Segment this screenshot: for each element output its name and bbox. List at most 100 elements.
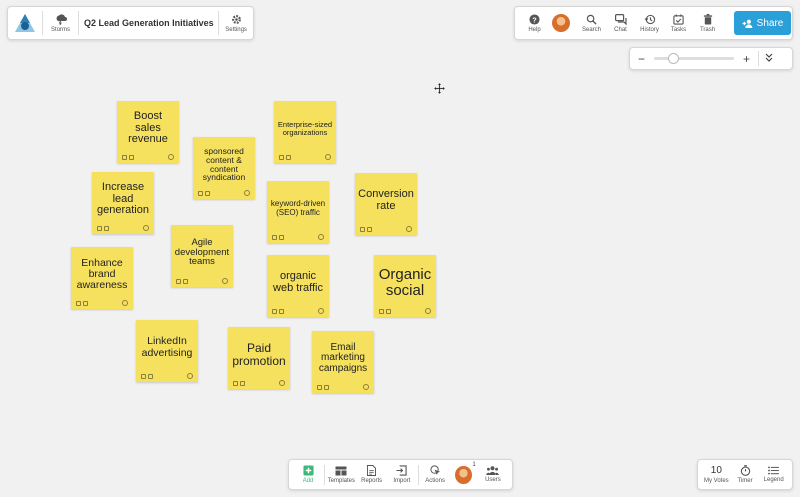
vote-check-icon[interactable] — [318, 308, 324, 314]
sticky-note[interactable]: Increase lead generation — [92, 172, 154, 234]
history-button[interactable]: History — [635, 6, 664, 40]
vote-check-icon[interactable] — [279, 380, 285, 386]
legend-button[interactable]: Legend — [759, 459, 788, 490]
attachment-icon[interactable] — [83, 301, 88, 306]
svg-text:?: ? — [532, 15, 537, 24]
note-footer — [176, 278, 228, 284]
sticky-note[interactable]: Boost sales revenue — [117, 101, 179, 163]
attachment-icon[interactable] — [367, 227, 372, 232]
note-footer — [97, 225, 149, 231]
attachment-icon[interactable] — [279, 309, 284, 314]
attachment-icon[interactable] — [129, 155, 134, 160]
help-button[interactable]: ? Help — [520, 6, 549, 40]
comment-icon[interactable] — [198, 191, 203, 196]
board-title[interactable]: Q2 Lead Generation Initiatives — [79, 18, 218, 28]
my-votes-label: My Votes — [703, 478, 729, 484]
participant-count-badge: 1 — [472, 461, 476, 468]
comment-icon[interactable] — [360, 227, 365, 232]
search-button[interactable]: Search — [577, 6, 606, 40]
reports-button[interactable]: Reports — [356, 459, 386, 490]
comment-icon[interactable] — [233, 381, 238, 386]
comment-icon[interactable] — [97, 226, 102, 231]
sticky-note[interactable]: Enhance brand awareness — [71, 247, 133, 309]
timer-label: Timer — [737, 478, 753, 484]
trash-button[interactable]: Trash — [693, 6, 722, 40]
tasks-button[interactable]: Tasks — [664, 6, 693, 40]
top-right-panel: ? Help Search Chat History Tasks Trash S… — [514, 6, 793, 40]
user-avatar[interactable] — [552, 14, 570, 32]
vote-check-icon[interactable] — [143, 225, 149, 231]
zoom-out-button[interactable]: − — [638, 53, 645, 65]
comment-icon[interactable] — [176, 279, 181, 284]
attachment-icon[interactable] — [324, 385, 329, 390]
vote-check-icon[interactable] — [425, 308, 431, 314]
note-footer — [379, 308, 431, 314]
divider — [324, 464, 326, 485]
attachment-icon[interactable] — [148, 374, 153, 379]
storms-button[interactable]: Storms — [43, 6, 79, 40]
note-footer — [76, 300, 128, 306]
users-button[interactable]: Users — [478, 459, 508, 490]
vote-check-icon[interactable] — [406, 226, 412, 232]
settings-button[interactable]: Settings — [219, 6, 253, 40]
attachment-icon[interactable] — [240, 381, 245, 386]
participant-avatar[interactable]: 1 — [455, 462, 476, 484]
comment-icon[interactable] — [272, 235, 277, 240]
vote-check-icon[interactable] — [325, 154, 331, 160]
note-text: Conversion rate — [358, 187, 414, 212]
vote-check-icon[interactable] — [318, 234, 324, 240]
vote-check-icon[interactable] — [244, 190, 250, 196]
sticky-note[interactable]: Conversion rate — [355, 173, 417, 235]
vote-check-icon[interactable] — [222, 278, 228, 284]
comment-icon[interactable] — [379, 309, 384, 314]
comment-icon[interactable] — [272, 309, 277, 314]
sticky-note[interactable]: Agile development teams — [171, 225, 233, 287]
comment-icon[interactable] — [76, 301, 81, 306]
actions-button[interactable]: Actions — [420, 459, 450, 490]
attachment-icon[interactable] — [205, 191, 210, 196]
note-footer — [279, 154, 331, 160]
zoom-slider-thumb[interactable] — [667, 53, 679, 64]
sticky-note[interactable]: sponsored content & content syndication — [193, 137, 255, 199]
users-icon — [486, 466, 500, 475]
import-button[interactable]: Import — [387, 459, 417, 490]
note-text: sponsored content & content syndication — [202, 145, 246, 183]
attachment-icon[interactable] — [183, 279, 188, 284]
add-button[interactable]: Add — [293, 459, 323, 490]
sticky-note[interactable]: keyword-driven (SEO) traffic — [267, 181, 329, 243]
sticky-note[interactable]: Email marketing campaigns — [312, 331, 374, 393]
timer-button[interactable]: Timer — [731, 459, 760, 490]
vote-check-icon[interactable] — [363, 384, 369, 390]
templates-button[interactable]: Templates — [326, 459, 356, 490]
bottom-toolbar: Add Templates Reports Import Actions 1 U… — [288, 459, 513, 490]
note-footer — [233, 380, 285, 386]
sticky-note[interactable]: organic web traffic — [267, 255, 329, 317]
app-logo[interactable] — [8, 6, 42, 40]
comment-icon[interactable] — [141, 374, 146, 379]
comment-icon[interactable] — [317, 385, 322, 390]
attachment-icon[interactable] — [286, 155, 291, 160]
note-text: Enhance brand awareness — [76, 256, 128, 291]
add-note-icon — [303, 465, 314, 476]
comment-icon[interactable] — [122, 155, 127, 160]
attachment-icon[interactable] — [104, 226, 109, 231]
sticky-note[interactable]: Enterprise-sized organizations — [274, 101, 336, 163]
comment-icon[interactable] — [279, 155, 284, 160]
vote-check-icon[interactable] — [187, 373, 193, 379]
attachment-icon[interactable] — [386, 309, 391, 314]
sticky-note[interactable]: Paid promotion — [228, 327, 290, 389]
share-label: Share — [756, 17, 784, 29]
zoom-in-button[interactable]: + — [743, 53, 750, 65]
chat-button[interactable]: Chat — [606, 6, 635, 40]
vote-check-icon[interactable] — [122, 300, 128, 306]
sticky-note[interactable]: Organic social — [374, 255, 436, 317]
collapse-button[interactable] — [765, 53, 773, 64]
vote-check-icon[interactable] — [168, 154, 174, 160]
add-label: Add — [302, 478, 314, 484]
votes-count: 10 — [710, 465, 722, 476]
sticky-note[interactable]: LinkedIn advertising — [136, 320, 198, 382]
attachment-icon[interactable] — [279, 235, 284, 240]
zoom-slider[interactable] — [654, 53, 735, 64]
share-button[interactable]: Share — [734, 11, 791, 35]
my-votes-button[interactable]: 10 My Votes — [702, 459, 731, 490]
